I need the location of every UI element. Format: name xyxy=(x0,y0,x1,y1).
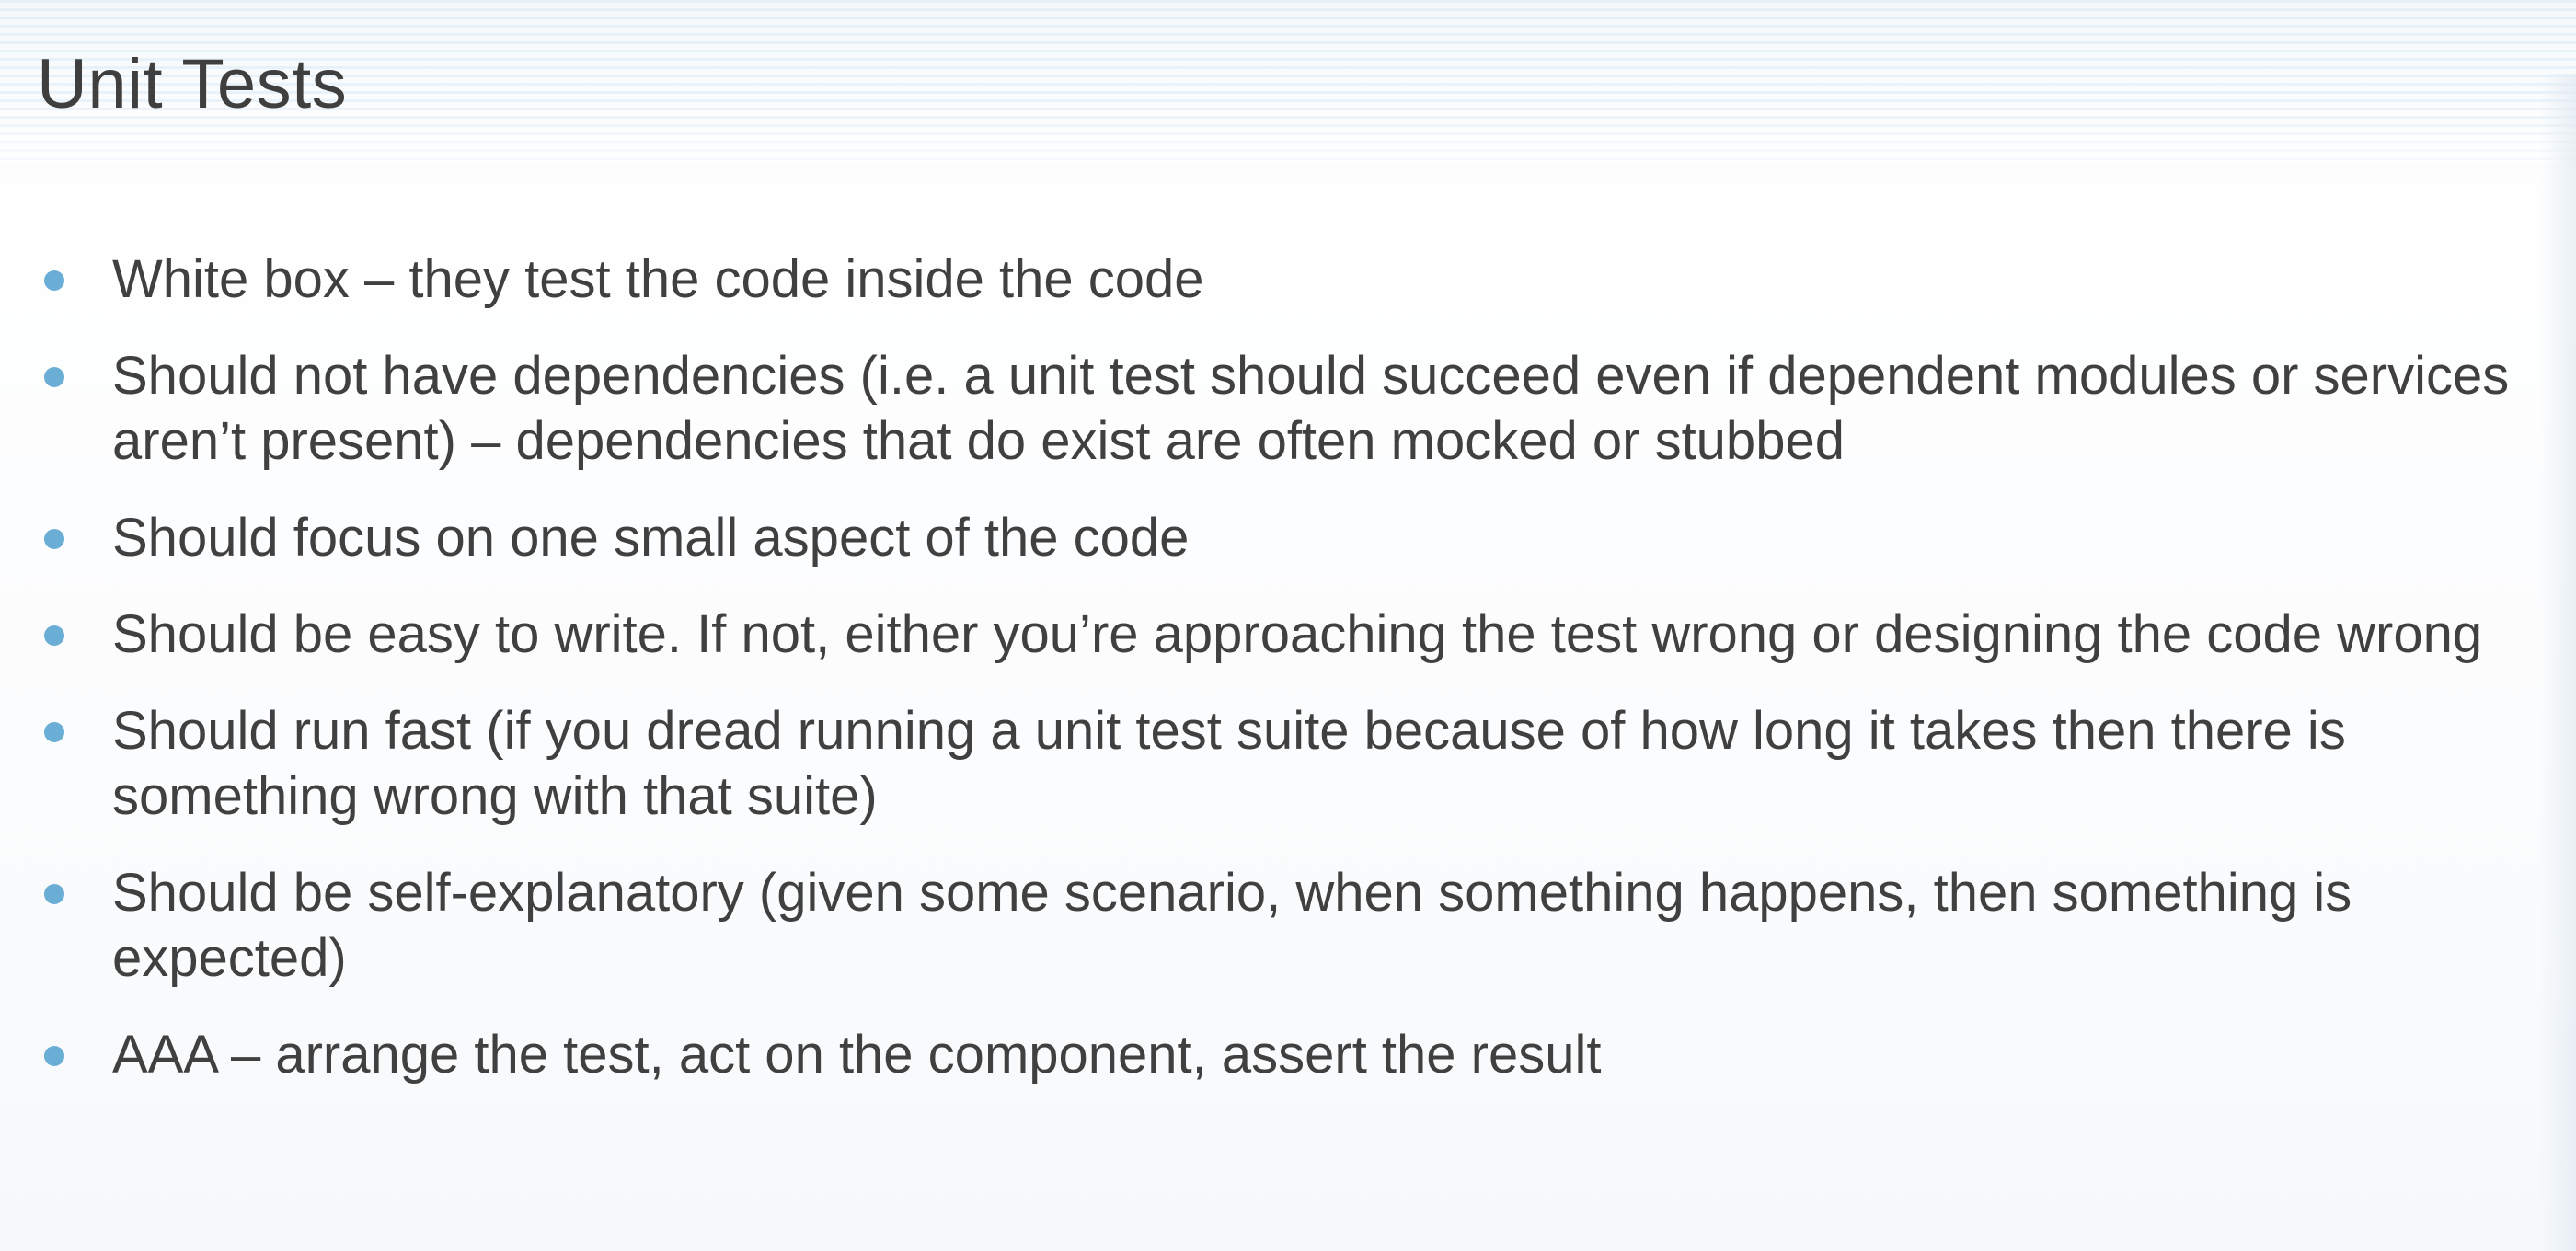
bullet-item: Should be easy to write. If not, either … xyxy=(37,602,2521,667)
bullet-text: White box – they test the code inside th… xyxy=(112,249,1204,309)
bullet-dot-icon xyxy=(44,529,64,549)
bullet-dot-icon xyxy=(44,1046,64,1066)
edge-shade-decoration xyxy=(2539,74,2576,1251)
bullet-text: Should not have dependencies (i.e. a uni… xyxy=(112,346,2510,471)
bullet-text: Should run fast (if you dread running a … xyxy=(112,701,2346,826)
bullet-text: AAA – arrange the test, act on the compo… xyxy=(112,1025,1602,1085)
bullet-list: White box – they test the code inside th… xyxy=(37,247,2521,1119)
bullet-text: Should be easy to write. If not, either … xyxy=(112,604,2483,664)
bullet-dot-icon xyxy=(44,884,64,904)
bullet-dot-icon xyxy=(44,626,64,646)
bullet-dot-icon xyxy=(44,367,64,387)
bullet-item: Should be self-explanatory (given some s… xyxy=(37,860,2521,991)
bullet-text: Should focus on one small aspect of the … xyxy=(112,508,1190,568)
bullet-item: Should run fast (if you dread running a … xyxy=(37,698,2521,829)
bullet-dot-icon xyxy=(44,722,64,742)
bullet-item: Should focus on one small aspect of the … xyxy=(37,505,2521,570)
slide-title: Unit Tests xyxy=(37,45,348,123)
bullet-item: White box – they test the code inside th… xyxy=(37,247,2521,312)
title-band-decoration xyxy=(0,0,2576,184)
bullet-item: AAA – arrange the test, act on the compo… xyxy=(37,1022,2521,1087)
bullet-text: Should be self-explanatory (given some s… xyxy=(112,863,2352,988)
bullet-item: Should not have dependencies (i.e. a uni… xyxy=(37,343,2521,474)
slide: Unit Tests White box – they test the cod… xyxy=(0,0,2576,1251)
bullet-dot-icon xyxy=(44,270,64,291)
